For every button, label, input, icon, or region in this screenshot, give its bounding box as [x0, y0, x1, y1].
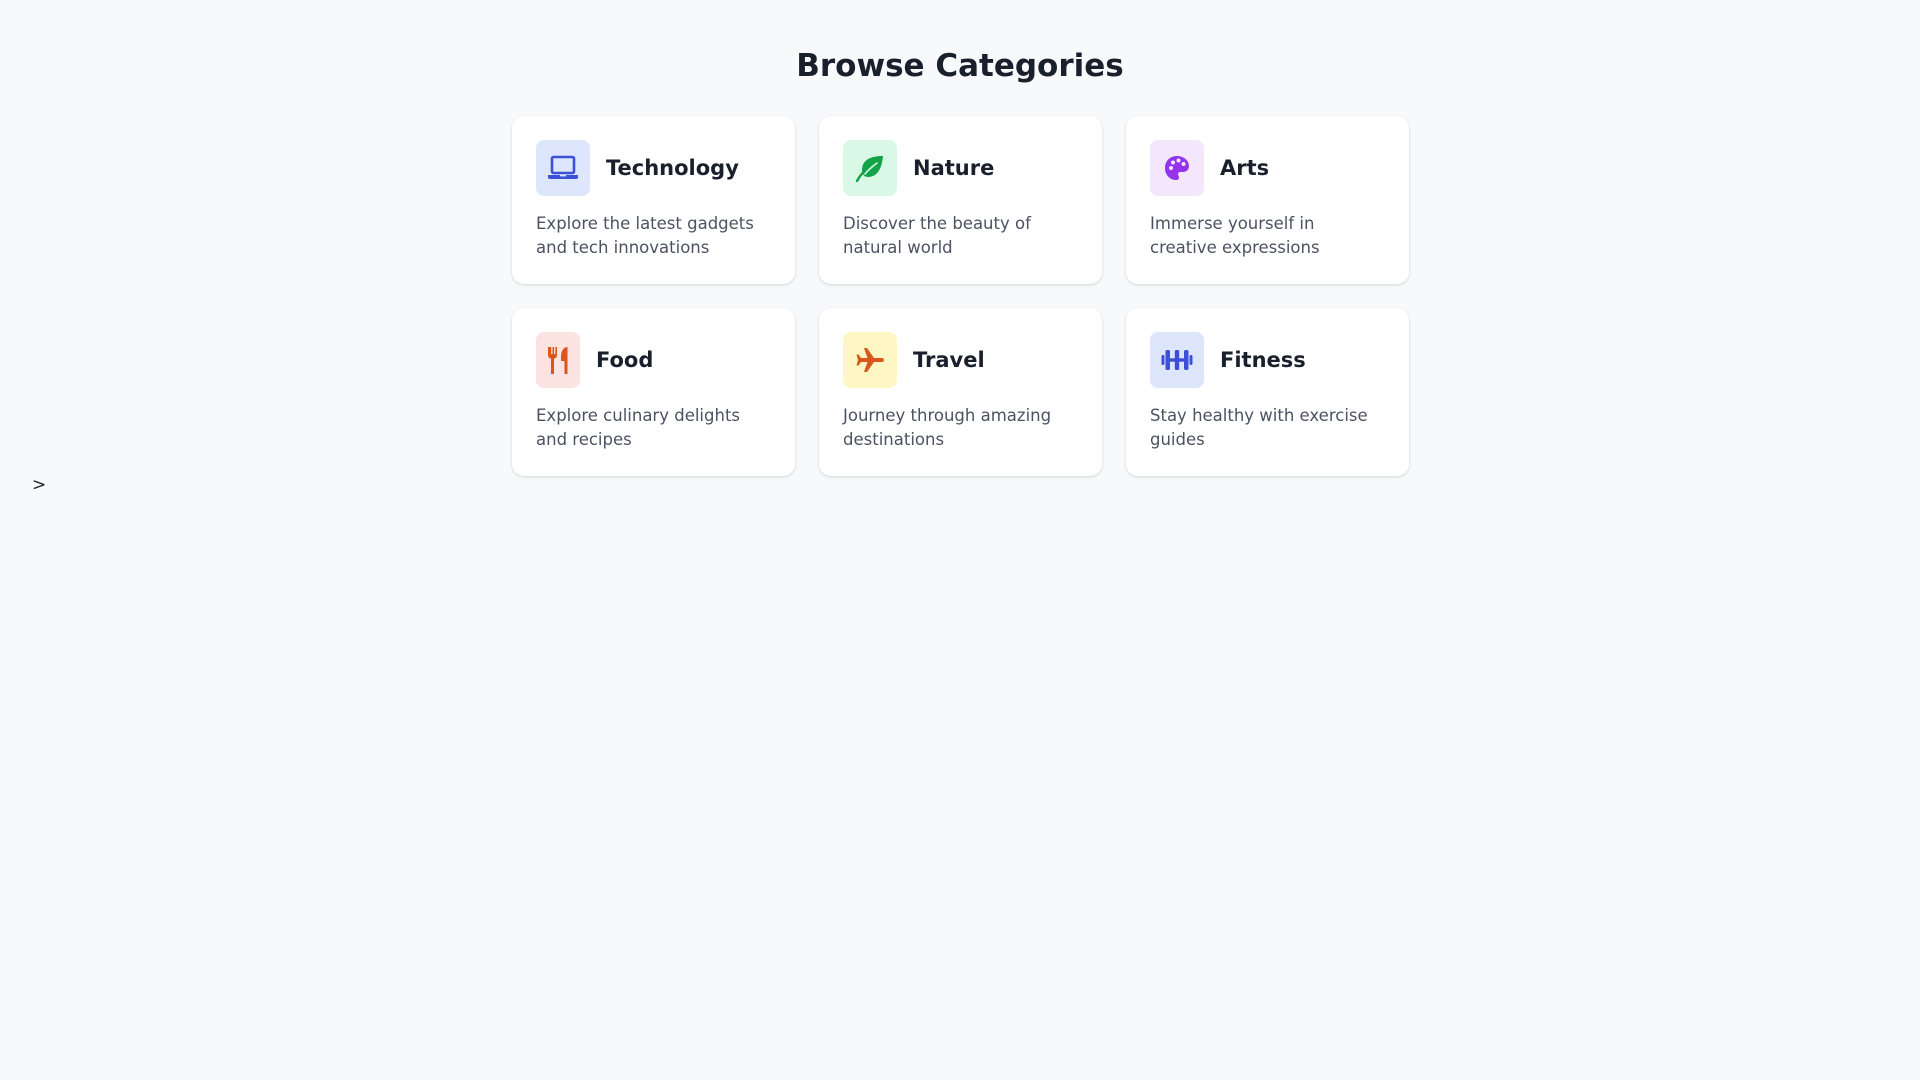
plane-icon	[843, 332, 897, 388]
category-title: Nature	[913, 156, 995, 180]
palette-icon	[1150, 140, 1204, 196]
laptop-icon	[536, 140, 590, 196]
category-description: Journey through amazing destinations	[843, 406, 1052, 449]
dumbbell-icon	[1150, 332, 1204, 388]
category-card-arts[interactable]: Arts Immerse yourself in creative expres…	[1126, 116, 1409, 284]
category-card-travel[interactable]: Travel Journey through amazing destinati…	[819, 308, 1102, 476]
category-title: Fitness	[1220, 348, 1306, 372]
category-title: Travel	[913, 348, 985, 372]
category-description: Explore the latest gadgets and tech inno…	[536, 214, 754, 257]
category-title: Technology	[606, 156, 739, 180]
category-description: Explore culinary delights and recipes	[536, 406, 741, 449]
category-title: Food	[596, 348, 654, 372]
stray-text-marker: >	[32, 475, 47, 495]
category-card-fitness[interactable]: Fitness Stay healthy with exercise guide…	[1126, 308, 1409, 476]
category-description: Discover the beauty of natural world	[843, 214, 1031, 257]
category-card-food[interactable]: Food Explore culinary delights and recip…	[512, 308, 795, 476]
category-grid: Technology Explore the latest gadgets an…	[512, 116, 1409, 476]
leaf-icon	[843, 140, 897, 196]
category-description: Immerse yourself in creative expressions	[1150, 214, 1320, 257]
category-title: Arts	[1220, 156, 1270, 180]
page-title: Browse Categories	[796, 48, 1124, 84]
utensils-icon	[536, 332, 580, 388]
category-card-technology[interactable]: Technology Explore the latest gadgets an…	[512, 116, 795, 284]
category-card-nature[interactable]: Nature Discover the beauty of natural wo…	[819, 116, 1102, 284]
category-description: Stay healthy with exercise guides	[1150, 406, 1368, 449]
